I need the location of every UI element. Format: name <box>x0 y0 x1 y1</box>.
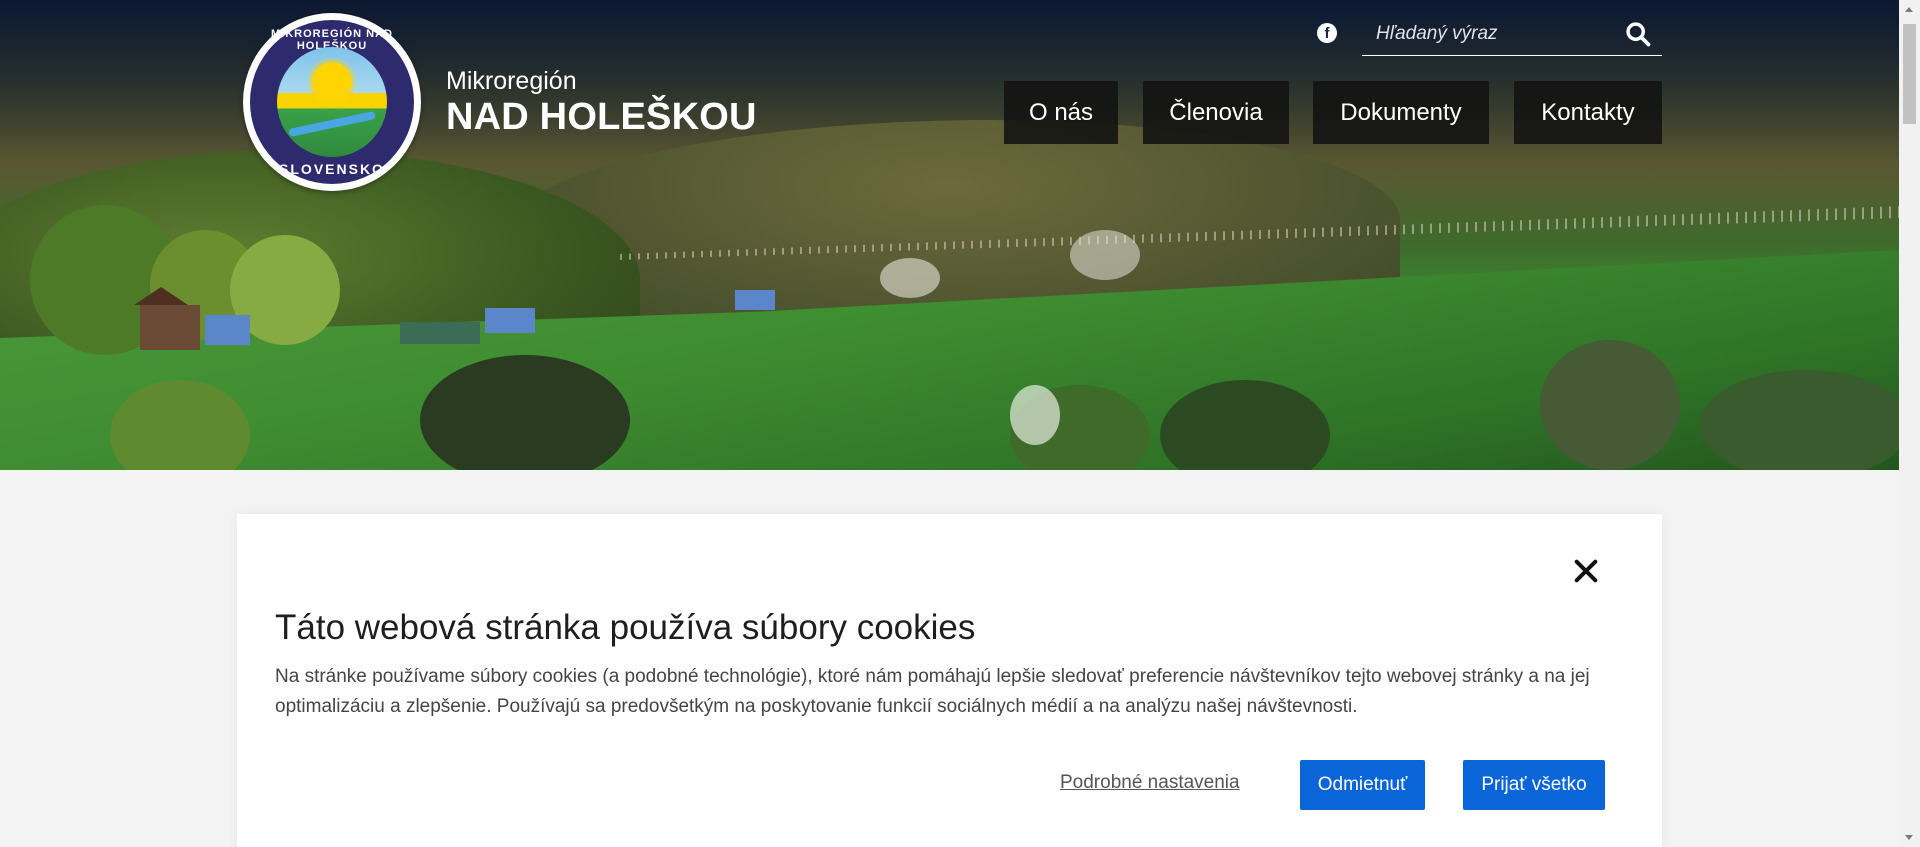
reject-button[interactable]: Odmietnuť <box>1300 760 1425 810</box>
nav-item-dokumenty[interactable]: Dokumenty <box>1313 81 1489 144</box>
cookie-description: Na stránke používame súbory cookies (a p… <box>275 666 1590 717</box>
scroll-down-arrow-icon[interactable] <box>1905 835 1913 840</box>
brand-title: NAD HOLEŠKOU <box>446 96 757 138</box>
nav-item-clenovia[interactable]: Členovia <box>1143 81 1289 144</box>
search-icon[interactable] <box>1624 20 1652 48</box>
site-logo[interactable]: MIKROREGIÓN NAD HOLEŠKOU SLOVENSKO <box>243 13 421 191</box>
cookie-settings-link[interactable]: Podrobné nastavenia <box>1060 772 1240 794</box>
page: MIKROREGIÓN NAD HOLEŠKOU SLOVENSKO Mikro… <box>0 0 1920 847</box>
close-icon[interactable] <box>1572 557 1600 585</box>
facebook-icon[interactable]: f <box>1317 23 1337 43</box>
search-bar <box>1362 14 1662 56</box>
scroll-up-arrow-icon[interactable] <box>1905 7 1913 12</box>
search-input[interactable] <box>1362 14 1612 54</box>
nav-item-kontakty[interactable]: Kontakty <box>1514 81 1662 144</box>
site-brand[interactable]: Mikroregión NAD HOLEŠKOU <box>446 66 757 138</box>
accept-all-button[interactable]: Prijať všetko <box>1463 760 1605 810</box>
scroll-thumb[interactable] <box>1903 24 1916 124</box>
scrollbar[interactable] <box>1899 0 1920 847</box>
brand-subtitle: Mikroregión <box>446 67 577 95</box>
cookie-banner: Táto webová stránka používa súbory cooki… <box>237 514 1662 847</box>
logo-text-bottom: SLOVENSKO <box>279 161 385 177</box>
cookie-title: Táto webová stránka používa súbory cooki… <box>275 608 976 647</box>
nav-item-o-nas[interactable]: O nás <box>1004 81 1118 144</box>
